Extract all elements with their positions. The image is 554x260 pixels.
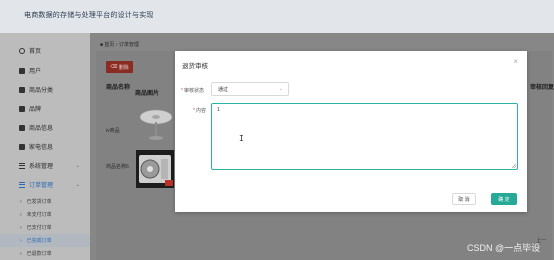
sidebar-item-label: 商品分类: [29, 88, 54, 94]
text-cursor-icon: I: [239, 134, 244, 143]
cancel-button[interactable]: 取 消: [452, 193, 476, 205]
sidebar-subitem-unpaid[interactable]: › 未支付订单: [0, 208, 90, 221]
category-icon: [19, 86, 25, 93]
breadcrumb-current: 订单管理: [118, 42, 139, 48]
column-header-review: 审核回复: [530, 85, 554, 91]
required-mark: *: [181, 88, 183, 94]
menu-bars-icon: [19, 181, 25, 188]
sidebar-subitem-refunded[interactable]: › 已退款订单: [0, 247, 90, 260]
sidebar-item-goods[interactable]: 商品信息: [0, 119, 90, 136]
status-select[interactable]: 通过 ⌄: [211, 82, 289, 96]
sidebar-item-users[interactable]: 用户: [0, 62, 90, 79]
appliance-icon: [19, 143, 25, 150]
sidebar-item-label: 首页: [29, 49, 42, 55]
sidebar-item-appliance[interactable]: 家电信息: [0, 138, 90, 155]
sidebar-item-label: 用户: [29, 69, 42, 75]
return-review-dialog: 退货审核 × *审核状态 通过 ⌄ *内容 1 I 取 消 确 定: [175, 51, 527, 212]
sidebar-item-label: 订单管理: [29, 183, 54, 189]
status-select-value: 通过: [218, 86, 229, 93]
app-header: 电商数据的存储与处理平台的设计与实现: [0, 0, 554, 33]
content-label: *内容: [193, 107, 206, 114]
chevron-right-icon: ›: [20, 237, 22, 244]
sidebar-item-label: 品牌: [29, 107, 42, 113]
sidebar-item-orders[interactable]: 订单管理 ⌄: [0, 176, 90, 193]
column-header-name: 商品名称: [106, 85, 131, 91]
breadcrumb-home[interactable]: 首页: [104, 42, 114, 48]
table-cell-name: iv商品: [106, 128, 120, 134]
content-label-text: 内容: [195, 108, 206, 114]
sidebar-item-brand[interactable]: 品牌: [0, 100, 90, 117]
sidebar-subitem-paid[interactable]: › 已支付订单: [0, 221, 90, 234]
resize-grip-icon[interactable]: [511, 163, 516, 168]
close-icon[interactable]: ×: [513, 58, 518, 66]
chevron-right-icon: ›: [20, 198, 22, 205]
breadcrumb-separator: ›: [115, 42, 118, 48]
sidebar-subitem-label: 未支付订单: [26, 212, 52, 218]
status-label: *审核状态: [181, 87, 204, 94]
status-label-text: 审核状态: [183, 88, 204, 94]
chevron-down-icon: ⌄: [278, 86, 283, 92]
sidebar-item-system[interactable]: 系统管理 ⌄: [0, 157, 90, 174]
content-textarea[interactable]: 1 I: [211, 103, 518, 170]
sidebar-subitem-label: 已退款订单: [26, 251, 52, 257]
trash-icon: ⌫: [110, 64, 119, 70]
chevron-down-icon: ⌄: [75, 182, 80, 188]
required-mark: *: [193, 108, 195, 114]
sidebar-item-home[interactable]: 首页: [0, 42, 90, 59]
app-title: 电商数据的存储与处理平台的设计与实现: [24, 12, 154, 19]
dialog-title: 退货审核: [182, 63, 208, 70]
sidebar-item-label: 系统管理: [29, 164, 54, 170]
sidebar-item-label: 家电信息: [29, 145, 54, 151]
home-circle-icon: [19, 47, 25, 54]
chevron-down-icon: ⌄: [75, 163, 80, 169]
delete-button-label: 删除: [118, 64, 129, 71]
menu-bars-icon: [19, 162, 25, 169]
sidebar-subitem-label: 已完成订单: [26, 238, 52, 244]
confirm-button[interactable]: 确 定: [491, 193, 517, 205]
user-icon: [19, 67, 25, 74]
content-textarea-value: 1: [217, 107, 220, 113]
sidebar-item-category[interactable]: 商品分类: [0, 81, 90, 98]
delete-button[interactable]: ⌫ 删除: [106, 61, 133, 73]
chevron-right-icon: ›: [20, 250, 22, 257]
sidebar-subitem-label: 已支付订单: [26, 225, 52, 231]
sidebar-subitem-shipped[interactable]: › 已发货订单: [0, 195, 90, 208]
chevron-right-icon: ›: [20, 211, 22, 218]
watermark: CSDN @一点毕设: [467, 243, 541, 253]
chevron-right-icon: ›: [20, 224, 22, 231]
sidebar-item-label: 商品信息: [29, 126, 54, 132]
sidebar-subitem-label: 已发货订单: [26, 199, 52, 205]
column-header-image: 商品图片: [135, 91, 160, 97]
product-image-fan: [139, 109, 173, 140]
goods-icon: [19, 124, 25, 131]
product-image-aircon: [136, 150, 174, 188]
table-cell-name: 商品名称6: [106, 164, 129, 170]
brand-icon: [19, 105, 25, 112]
sidebar-subitem-completed[interactable]: › 已完成订单: [0, 234, 90, 247]
breadcrumb: ■ 首页 › 订单管理: [100, 41, 139, 48]
